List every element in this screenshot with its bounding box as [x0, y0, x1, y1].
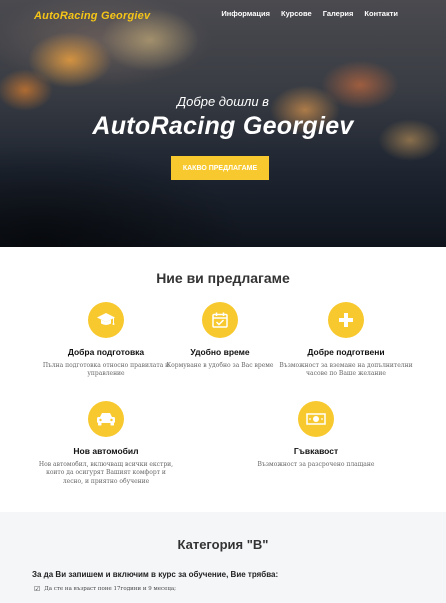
feature-description: Възможност за разсрочено плащане [257, 461, 375, 468]
hero-title: AutoRacing Georgiev [92, 112, 354, 140]
feature-title: Гъвкавост [293, 446, 339, 456]
requirement-text: Да сте на възраст поне 17години и 9 месе… [44, 586, 177, 592]
graduation-cap-icon [88, 302, 124, 338]
feature-description: Възможност за вземане на допълнителни ча… [279, 362, 413, 378]
category-title: Категория "B" [177, 537, 269, 552]
feature-description: Нов автомобил, включващ всички екстри, к… [38, 461, 174, 485]
site-logo[interactable]: AutoRacing Georgiev [34, 10, 150, 22]
nav-link-gallery[interactable]: Галерия [323, 9, 354, 18]
feature-convenient-time: Удобно време Кормуване в удобно за Вас в… [150, 302, 290, 370]
feature-title: Нов автомобил [73, 446, 139, 456]
nav-link-information[interactable]: Информация [221, 9, 270, 18]
nav-link-courses[interactable]: Курсове [281, 9, 312, 18]
money-icon [298, 401, 334, 437]
calendar-check-icon [202, 302, 238, 338]
checkbox-icon: ☑ [34, 585, 41, 593]
category-section: Категория "B" За да Ви запишем и включим… [0, 512, 446, 603]
feature-new-car: Нов автомобил Нов автомобил, включващ вс… [36, 401, 176, 486]
category-requirement: За да Ви запишем и включим в курс за обу… [32, 570, 279, 579]
requirement-item: ☑ Да сте на възраст поне 17години и 9 ме… [34, 585, 176, 593]
feature-description: Кормуване в удобно за Вас време [166, 362, 274, 369]
feature-title: Удобно време [190, 347, 250, 357]
car-icon [88, 401, 124, 437]
feature-title: Добре подготвени [307, 347, 385, 357]
feature-flexibility: Гъвкавост Възможност за разсрочено плаща… [246, 401, 386, 469]
hero-subtitle: Добре дошли в [177, 94, 269, 109]
hero-section: AutoRacing Georgiev Информация Курсове Г… [0, 0, 446, 247]
feature-well-prepared: Добре подготвени Възможност за вземане н… [276, 302, 416, 379]
plus-icon [328, 302, 364, 338]
offers-title: Ние ви предлагаме [156, 270, 290, 286]
nav-link-contacts[interactable]: Контакти [364, 9, 398, 18]
what-we-offer-button[interactable]: КАКВО ПРЕДЛАГАМЕ [171, 156, 269, 180]
main-nav: Информация Курсове Галерия Контакти [221, 9, 398, 18]
